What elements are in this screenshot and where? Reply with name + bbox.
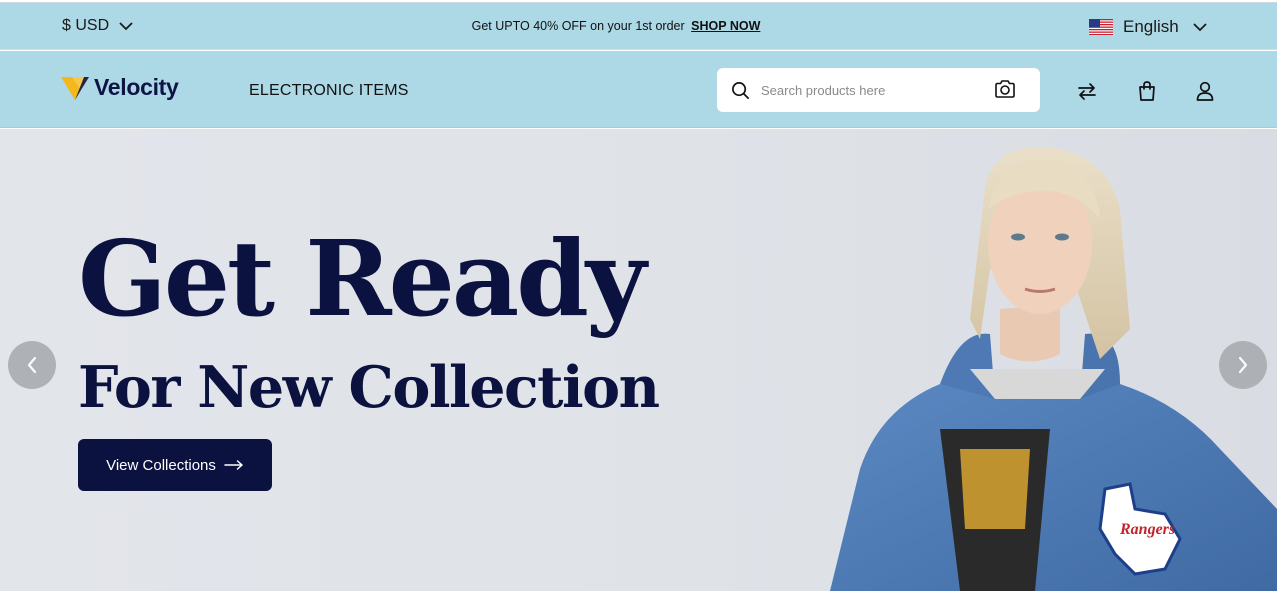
search-bar — [717, 68, 1040, 112]
hero-model-image: Rangers — [830, 147, 1277, 591]
slider-next-button[interactable] — [1219, 341, 1267, 389]
hero-title: Get Ready — [78, 217, 646, 340]
velocity-logo-icon — [61, 77, 89, 100]
brand-name: Velocity — [94, 73, 179, 100]
patch-text: Rangers — [1119, 521, 1175, 538]
chevron-down-icon — [1193, 22, 1207, 31]
hero-banner: Get Ready For New Collection View Collec… — [0, 129, 1277, 591]
arrow-right-icon — [224, 460, 243, 470]
search-icon[interactable] — [731, 81, 750, 100]
brand-logo[interactable]: Velocity — [60, 73, 179, 101]
announcement-bar: $ USD Get UPTO 40% OFF on your 1st order… — [0, 3, 1277, 50]
hero-subtitle: For New Collection — [78, 354, 660, 421]
slider-prev-button[interactable] — [8, 341, 56, 389]
camera-icon[interactable] — [994, 79, 1016, 99]
bag-icon[interactable] — [1136, 80, 1158, 102]
language-selector[interactable]: English — [1089, 17, 1207, 37]
view-collections-button[interactable]: View Collections — [78, 439, 272, 491]
compare-icon[interactable] — [1076, 80, 1098, 102]
promo-banner: Get UPTO 40% OFF on your 1st order SHOP … — [0, 19, 1232, 33]
language-label: English — [1123, 17, 1179, 36]
user-icon[interactable] — [1194, 80, 1216, 102]
chevron-right-icon — [1238, 356, 1248, 374]
search-input[interactable] — [761, 80, 981, 100]
cta-label: View Collections — [106, 456, 216, 474]
shop-now-link[interactable]: SHOP NOW — [691, 19, 760, 33]
promo-text: Get UPTO 40% OFF on your 1st order — [471, 19, 685, 33]
chevron-left-icon — [27, 356, 37, 374]
nav-electronic-items[interactable]: ELECTRONIC ITEMS — [249, 82, 409, 100]
us-flag-icon — [1089, 19, 1113, 35]
main-header: Velocity ELECTRONIC ITEMS — [0, 51, 1277, 128]
